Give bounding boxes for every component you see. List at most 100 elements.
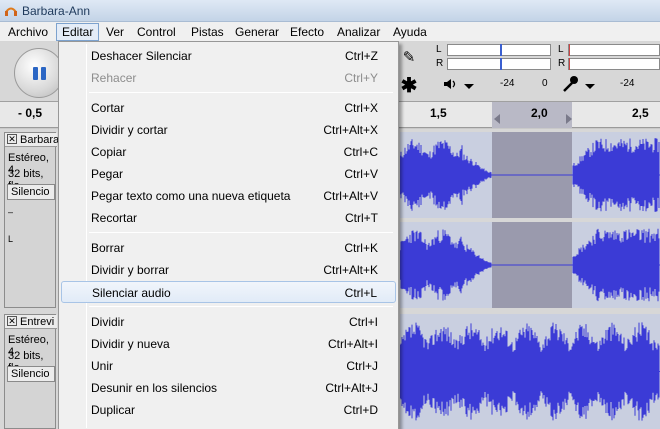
menu-item-label: Pegar texto como una nueva etiqueta: [91, 189, 291, 203]
play-meter-left[interactable]: [447, 44, 551, 56]
menu-item-rehacer: Rehacer Ctrl+Y: [61, 67, 396, 89]
menu-item-dividir-y-borrar[interactable]: Dividir y borrar Ctrl+Alt+K: [61, 259, 396, 281]
selection-end-arrow-icon[interactable]: [566, 114, 572, 124]
menu-item-desunir-en-los-silencios[interactable]: Desunir en los silencios Ctrl+Alt+J: [61, 377, 396, 399]
play-scale-mid: 0: [542, 78, 548, 89]
track-control-panel[interactable]: ✕ Barbara Estéreo, 4 32 bits, flo Silenc…: [4, 132, 59, 308]
record-meter-marker: [569, 44, 570, 56]
microphone-icon[interactable]: [562, 75, 580, 93]
draw-tool-icon[interactable]: ✎: [398, 46, 420, 68]
record-meter-right[interactable]: [568, 58, 660, 70]
menu-item-label: Dividir: [91, 315, 125, 329]
pause-icon: [33, 67, 38, 80]
pause-button[interactable]: [14, 48, 64, 98]
menu-editar[interactable]: Editar: [56, 23, 100, 41]
menu-item-shortcut: Ctrl+I: [348, 315, 378, 329]
mute-button[interactable]: Silencio: [7, 366, 55, 382]
track-header: ✕ Barbara: [5, 133, 59, 147]
ruler-tick: 1,5: [430, 106, 447, 120]
multi-tool-icon[interactable]: ✱: [398, 74, 420, 97]
menu-item-shortcut: Ctrl+L: [344, 286, 377, 300]
play-scale-left: -24: [500, 78, 515, 89]
mute-button[interactable]: Silencio: [7, 184, 55, 200]
record-scale-right: -24: [620, 78, 635, 89]
menu-item-shortcut: Ctrl+K: [344, 241, 378, 255]
menu-item-label: Unir: [91, 359, 114, 373]
menu-item-cortar[interactable]: Cortar Ctrl+X: [61, 97, 396, 119]
menu-efecto[interactable]: Efecto: [284, 23, 330, 41]
close-track-icon[interactable]: ✕: [7, 316, 17, 326]
menu-item-dividir-y-cortar[interactable]: Dividir y cortar Ctrl+Alt+X: [61, 119, 396, 141]
menu-bar: Archivo Editar Ver Control Pistas Genera…: [0, 22, 660, 42]
record-meter-right-label: R: [558, 58, 566, 69]
play-meter-right-label: R: [436, 58, 444, 69]
menu-item-shortcut: Ctrl+C: [343, 145, 378, 159]
menu-archivo[interactable]: Archivo: [2, 23, 54, 41]
menu-generar[interactable]: Generar: [229, 23, 285, 41]
menu-item-label: Rehacer: [91, 71, 137, 85]
track-name[interactable]: Barbara: [20, 134, 59, 146]
speaker-icon[interactable]: [443, 77, 459, 91]
menu-item-borrar[interactable]: Borrar Ctrl+K: [61, 237, 396, 259]
menu-item-label: Desunir en los silencios: [91, 381, 218, 395]
menu-item-label: Pegar: [91, 167, 124, 181]
close-track-icon[interactable]: ✕: [7, 134, 17, 144]
menu-item-shortcut: Ctrl+Alt+K: [323, 263, 378, 277]
menu-control[interactable]: Control: [131, 23, 182, 41]
speaker-dropdown-icon[interactable]: [464, 84, 474, 89]
menu-item-copiar[interactable]: Copiar Ctrl+C: [61, 141, 396, 163]
waveform-canvas: [400, 314, 660, 429]
menu-item-shortcut: Ctrl+Alt+J: [325, 381, 378, 395]
menu-item-label: Dividir y borrar: [91, 263, 170, 277]
menu-item-label: Dividir y nueva: [91, 337, 170, 351]
menu-item-deshacer-silenciar[interactable]: Deshacer Silenciar Ctrl+Z: [61, 45, 396, 67]
track-name[interactable]: Entrevi: [20, 316, 54, 328]
menu-item-shortcut: Ctrl+Alt+V: [323, 189, 378, 203]
play-meter-right[interactable]: [447, 58, 551, 70]
menu-pistas[interactable]: Pistas: [185, 23, 230, 41]
menu-item-label: Dividir y cortar: [91, 123, 168, 137]
menu-item-shortcut: Ctrl+D: [343, 403, 378, 417]
menu-item-label: Silenciar audio: [92, 286, 171, 300]
menu-item-unir[interactable]: Unir Ctrl+J: [61, 355, 396, 377]
title-bar: Barbara-Ann: [0, 0, 660, 22]
waveform-track-2[interactable]: [400, 314, 660, 429]
play-meter-marker: [500, 58, 502, 70]
menu-ver[interactable]: Ver: [100, 23, 130, 41]
record-meter-marker: [569, 58, 570, 70]
menu-item-silenciar-audio[interactable]: Silenciar audio Ctrl+L: [61, 281, 396, 303]
menu-item-shortcut: Ctrl+Z: [345, 49, 378, 63]
menu-ayuda[interactable]: Ayuda: [387, 23, 433, 41]
play-meter-marker: [500, 44, 502, 56]
ruler-tick: - 0,5: [18, 106, 43, 120]
menu-separator: [89, 232, 393, 233]
record-meter-left-label: L: [558, 44, 564, 55]
menu-separator: [89, 92, 393, 93]
menu-item-shortcut: Ctrl+Alt+I: [327, 337, 378, 351]
menu-item-shortcut: Ctrl+X: [344, 101, 378, 115]
menu-analizar[interactable]: Analizar: [331, 23, 386, 41]
menu-item-dividir[interactable]: Dividir Ctrl+I: [61, 311, 396, 333]
menu-item-shortcut: Ctrl+Y: [344, 71, 378, 85]
window-title: Barbara-Ann: [22, 4, 91, 18]
menu-item-recortar[interactable]: Recortar Ctrl+T: [61, 207, 396, 229]
menu-item-label: Copiar: [91, 145, 127, 159]
ruler-tick: 2,0: [531, 106, 548, 120]
menu-item-shortcut: Ctrl+Alt+X: [323, 123, 378, 137]
menu-item-shortcut: Ctrl+T: [345, 211, 378, 225]
record-meter-left[interactable]: [568, 44, 660, 56]
microphone-dropdown-icon[interactable]: [585, 84, 595, 89]
menu-item-dividir-y-nueva[interactable]: Dividir y nueva Ctrl+Alt+I: [61, 333, 396, 355]
selection-start-arrow-icon[interactable]: [494, 114, 500, 124]
menu-item-label: Duplicar: [91, 403, 136, 417]
waveform-track-1[interactable]: [400, 132, 660, 309]
menu-item-pegar-texto-como-una-nueva-etiqueta[interactable]: Pegar texto como una nueva etiqueta Ctrl+…: [61, 185, 396, 207]
menu-item-pegar[interactable]: Pegar Ctrl+V: [61, 163, 396, 185]
waveform-canvas: [400, 132, 660, 308]
pan-left-label: L: [8, 234, 14, 244]
track-control-panel[interactable]: ✕ Entrevi Estéreo, 4 32 bits, flo Silenc…: [4, 314, 57, 429]
menu-item-duplicar[interactable]: Duplicar Ctrl+D: [61, 399, 396, 421]
edit-menu-dropdown: Deshacer Silenciar Ctrl+Z Rehacer Ctrl+Y Cor…: [58, 41, 399, 429]
track-header: ✕ Entrevi: [5, 315, 57, 329]
menu-item-shortcut: Ctrl+V: [344, 167, 378, 181]
